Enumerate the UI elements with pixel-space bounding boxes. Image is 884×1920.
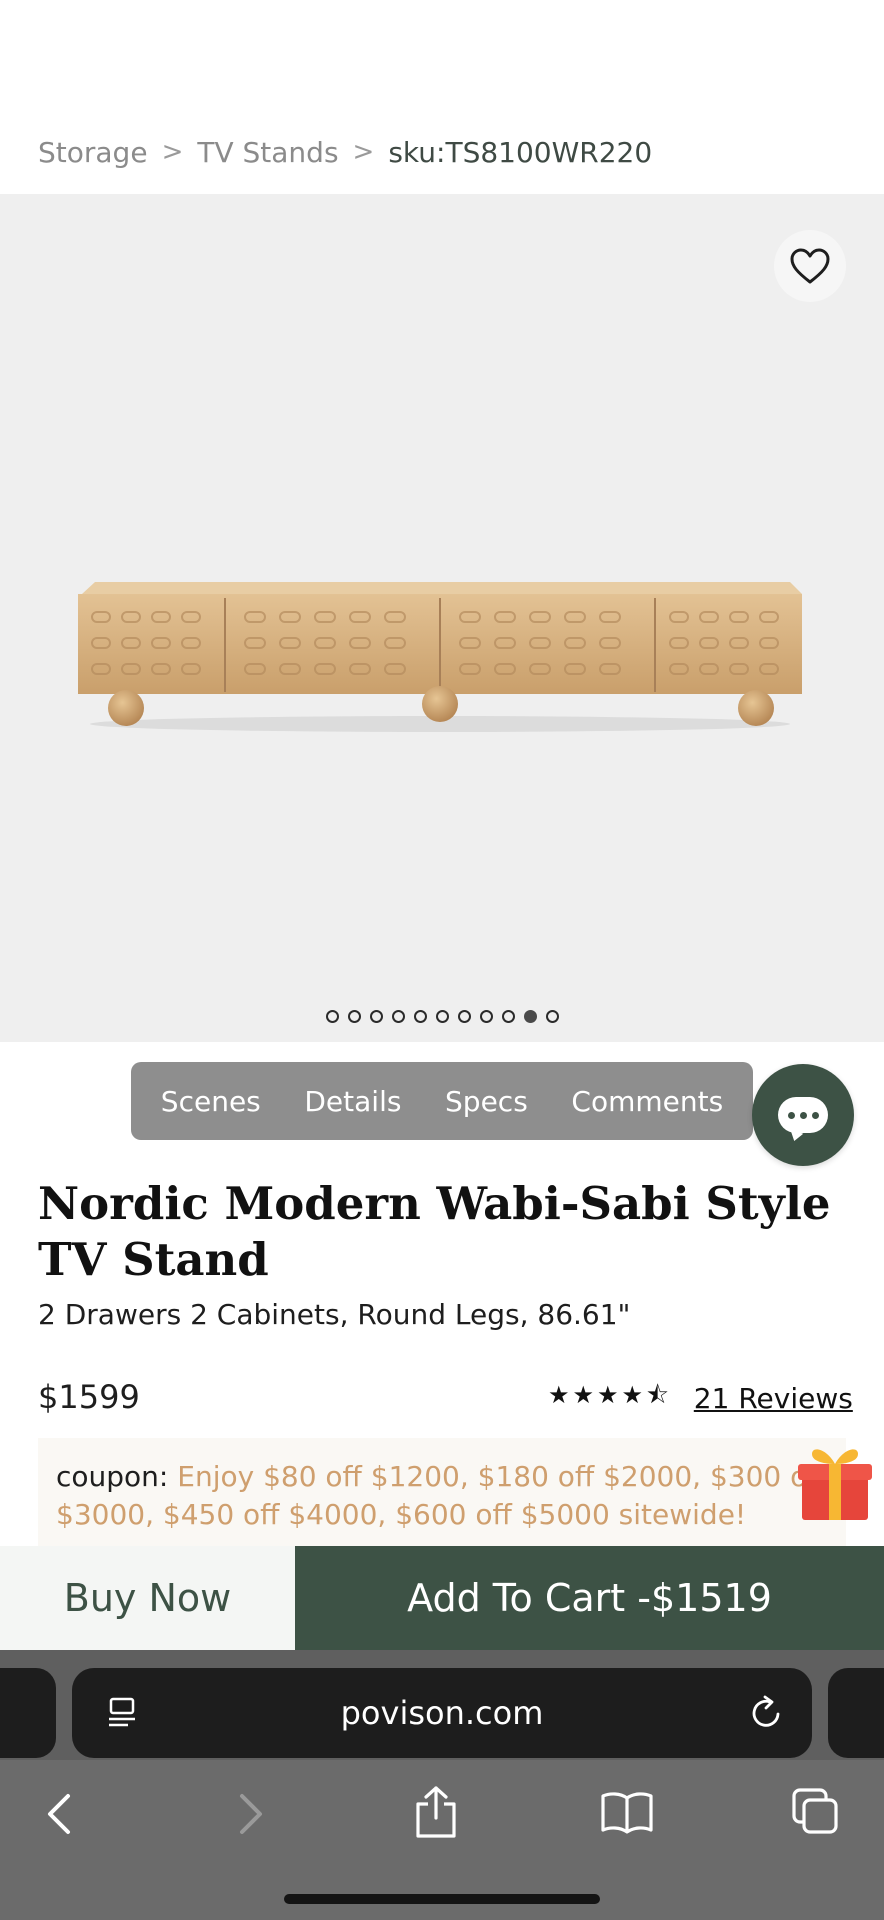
reload-icon[interactable]: [748, 1694, 784, 1732]
carousel-dot[interactable]: [479, 1010, 493, 1023]
add-to-cart-button[interactable]: Add To Cart -$1519: [295, 1546, 884, 1650]
breadcrumb: Storage > TV Stands > sku:TS8100WR220: [38, 130, 652, 174]
coupon-banner: coupon: Enjoy $80 off $1200, $180 off $2…: [38, 1438, 846, 1546]
gift-box-icon[interactable]: [796, 1440, 874, 1524]
carousel-dot[interactable]: [501, 1010, 515, 1023]
carousel-dot[interactable]: [435, 1010, 449, 1023]
product-price: $1599: [38, 1378, 140, 1416]
wishlist-button[interactable]: [774, 230, 846, 302]
tab-scenes[interactable]: Scenes: [161, 1085, 261, 1118]
chat-bubble-icon: [778, 1097, 828, 1133]
carousel-dot[interactable]: [413, 1010, 427, 1023]
browser-chrome: povison.com: [0, 1650, 884, 1920]
carousel-dot[interactable]: [523, 1010, 537, 1023]
coupon-text: Enjoy $80 off $1200, $180 off $2000, $30…: [56, 1460, 827, 1531]
browser-address-area: povison.com: [0, 1650, 884, 1760]
product-title: Nordic Modern Wabi-Sabi Style TV Stand: [38, 1177, 831, 1286]
back-icon[interactable]: [44, 1792, 74, 1836]
previous-tab-preview[interactable]: [0, 1668, 56, 1758]
reviews-link[interactable]: 21 Reviews: [694, 1382, 853, 1415]
rating-stars: ★★★★⯪: [548, 1380, 672, 1409]
product-rating: ★★★★⯪ 21 Reviews: [548, 1378, 853, 1418]
product-subtitle: 2 Drawers 2 Cabinets, Round Legs, 86.61": [38, 1298, 631, 1331]
share-icon[interactable]: [414, 1784, 458, 1840]
product-gallery[interactable]: [0, 194, 884, 1042]
browser-toolbar: [0, 1770, 884, 1860]
home-indicator: [284, 1894, 600, 1904]
chat-button[interactable]: [752, 1064, 854, 1166]
forward-icon[interactable]: [236, 1792, 266, 1836]
buy-now-button[interactable]: Buy Now: [0, 1546, 295, 1650]
tabs-icon[interactable]: [790, 1786, 840, 1836]
breadcrumb-current-sku: sku:TS8100WR220: [388, 135, 653, 169]
tab-details[interactable]: Details: [304, 1085, 401, 1118]
breadcrumb-tv-stands[interactable]: TV Stands: [197, 136, 338, 169]
carousel-dots: [0, 1010, 884, 1023]
carousel-dot[interactable]: [369, 1010, 383, 1023]
tv-stand-product-image: [78, 582, 802, 732]
carousel-dot[interactable]: [391, 1010, 405, 1023]
breadcrumb-separator: >: [161, 137, 184, 167]
coupon-label: coupon:: [56, 1460, 169, 1493]
next-tab-preview[interactable]: [828, 1668, 884, 1758]
carousel-dot[interactable]: [325, 1010, 339, 1023]
reader-icon[interactable]: [106, 1696, 138, 1730]
url-text: povison.com: [340, 1694, 544, 1732]
heart-icon: [790, 248, 830, 284]
bookmarks-icon[interactable]: [600, 1790, 654, 1834]
tab-comments[interactable]: Comments: [571, 1085, 723, 1118]
carousel-dot[interactable]: [457, 1010, 471, 1023]
tab-specs[interactable]: Specs: [445, 1085, 528, 1118]
address-bar[interactable]: povison.com: [72, 1668, 812, 1758]
breadcrumb-storage[interactable]: Storage: [38, 136, 148, 169]
carousel-dot[interactable]: [347, 1010, 361, 1023]
carousel-dot[interactable]: [545, 1010, 559, 1023]
breadcrumb-separator: >: [352, 137, 375, 167]
section-tabs: Scenes Details Specs Comments: [131, 1062, 753, 1140]
